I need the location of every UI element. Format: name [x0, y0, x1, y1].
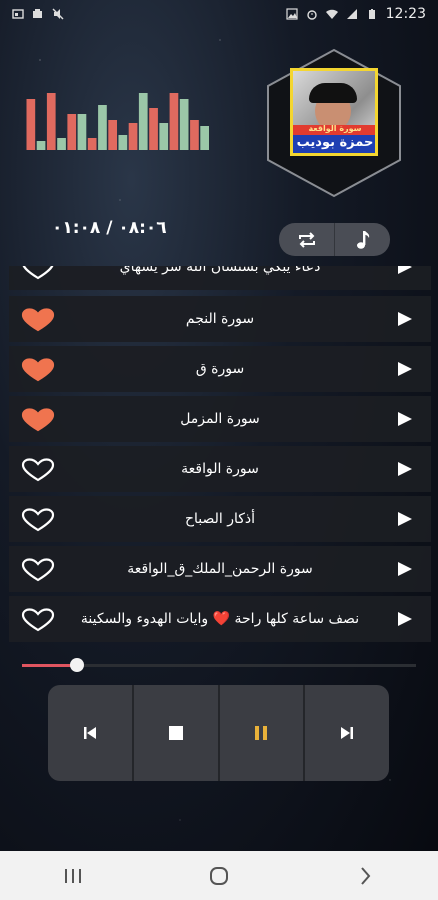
battery-icon — [368, 9, 375, 19]
equalizer-bar — [46, 93, 56, 150]
home-button[interactable] — [189, 856, 249, 896]
mode-buttons — [279, 223, 390, 256]
playback-controls — [48, 685, 389, 781]
play-icon[interactable] — [397, 411, 413, 427]
equalizer-bar — [57, 138, 66, 150]
status-bar: 12:23 — [0, 0, 438, 28]
play-icon[interactable] — [397, 361, 413, 377]
previous-icon — [83, 727, 96, 739]
seek-bar[interactable] — [22, 658, 416, 672]
equalizer-bar — [190, 120, 199, 150]
track-row[interactable]: أذكار الصباح — [9, 496, 431, 542]
play-icon[interactable] — [397, 461, 413, 477]
music-button[interactable] — [335, 223, 390, 256]
image-icon — [286, 8, 298, 20]
play-icon[interactable] — [397, 561, 413, 577]
signal-icon — [346, 9, 357, 19]
play-icon[interactable] — [397, 311, 413, 327]
clock: 12:23 — [385, 6, 426, 22]
equalizer-bar — [149, 108, 158, 150]
pause-icon — [255, 726, 268, 740]
equalizer-bar — [67, 114, 77, 150]
next-button[interactable] — [305, 685, 389, 781]
track-row[interactable]: دعاء يبكي بستشان الله شر يشهاي — [9, 266, 431, 290]
battery-saver-icon — [33, 9, 42, 18]
recent-apps-button[interactable] — [43, 856, 103, 896]
heart-outline-icon[interactable] — [21, 608, 55, 632]
time-separator: / — [106, 218, 113, 238]
repeat-icon — [298, 231, 315, 248]
album-cover: سورة الواقعة حمزة بوديب — [290, 68, 378, 156]
elapsed-time: ٠١:٠٨ — [52, 218, 101, 238]
music-note-icon — [356, 230, 369, 249]
track-title: سورة النجم — [185, 311, 255, 327]
alarm-icon — [306, 10, 317, 20]
track-row[interactable]: سورة الرحمن_الملك_ق_الواقعة — [9, 546, 431, 592]
pause-button[interactable] — [220, 685, 306, 781]
equalizer-bar — [108, 120, 117, 150]
stop-button[interactable] — [134, 685, 220, 781]
play-icon[interactable] — [397, 611, 413, 627]
track-title: سورة المزمل — [180, 411, 260, 427]
equalizer-bar — [138, 93, 148, 150]
equalizer-bar — [159, 123, 169, 150]
total-time: ٠٨:٠٦ — [118, 218, 167, 238]
heart-outline-icon[interactable] — [21, 508, 55, 532]
album-cover-line2: حمزة بوديب — [296, 135, 374, 150]
track-row[interactable]: سورة المزمل — [9, 396, 431, 442]
album-art-frame: سورة الواقعة حمزة بوديب — [264, 48, 404, 198]
track-title: أذكار الصباح — [184, 511, 256, 527]
wifi-icon — [325, 9, 338, 19]
equalizer-bar — [98, 105, 107, 150]
play-icon[interactable] — [397, 266, 413, 275]
back-button[interactable] — [335, 856, 395, 896]
album-cover-line1: سورة الواقعة — [308, 124, 362, 133]
equalizer-bar — [128, 123, 138, 150]
equalizer-bar — [200, 126, 209, 150]
equalizer-bar — [118, 135, 128, 150]
back-icon — [361, 866, 371, 885]
track-row[interactable]: سورة ق — [9, 346, 431, 392]
heart-outline-icon[interactable] — [21, 558, 55, 582]
play-icon[interactable] — [397, 511, 413, 527]
track-title: سورة الرحمن_الملك_ق_الواقعة — [127, 561, 313, 577]
equalizer-visualizer — [26, 93, 209, 150]
repeat-button[interactable] — [279, 223, 335, 256]
heart-filled-icon[interactable] — [21, 308, 55, 332]
next-icon — [341, 727, 354, 739]
equalizer-bar — [179, 99, 189, 150]
heart-filled-icon[interactable] — [21, 358, 55, 382]
track-row[interactable]: نصف ساعة كلها راحة ❤️ وايات الهدوء والسك… — [9, 596, 431, 642]
previous-button[interactable] — [48, 685, 134, 781]
equalizer-bar — [36, 141, 46, 150]
heart-outline-icon[interactable] — [21, 266, 55, 280]
seek-progress — [22, 664, 78, 667]
recent-apps-icon — [65, 868, 81, 883]
system-nav-bar — [0, 851, 438, 900]
equalizer-bar — [26, 99, 36, 150]
gallery-icon — [12, 9, 24, 19]
heart-outline-icon[interactable] — [21, 458, 55, 482]
track-title: سورة ق — [195, 361, 245, 377]
equalizer-bar — [77, 114, 87, 150]
track-title: دعاء يبكي بستشان الله شر يشهاي — [119, 266, 321, 275]
track-row[interactable]: سورة الواقعة — [9, 446, 431, 492]
equalizer-bar — [87, 138, 97, 150]
home-icon — [210, 866, 228, 885]
mute-icon — [52, 8, 64, 20]
track-title: سورة الواقعة — [181, 461, 259, 477]
stop-icon — [168, 726, 183, 740]
track-title: نصف ساعة كلها راحة ❤️ وايات الهدوء والسك… — [80, 611, 360, 627]
seek-thumb[interactable] — [70, 658, 85, 672]
track-list[interactable]: دعاء يبكي بستشان الله شر يشهاي سورة النجم… — [9, 266, 431, 644]
heart-filled-icon[interactable] — [21, 408, 55, 432]
equalizer-bar — [169, 93, 179, 150]
track-row[interactable]: سورة النجم — [9, 296, 431, 342]
playback-time: ٠٨:٠٦ / ٠١:٠٨ — [52, 218, 167, 238]
